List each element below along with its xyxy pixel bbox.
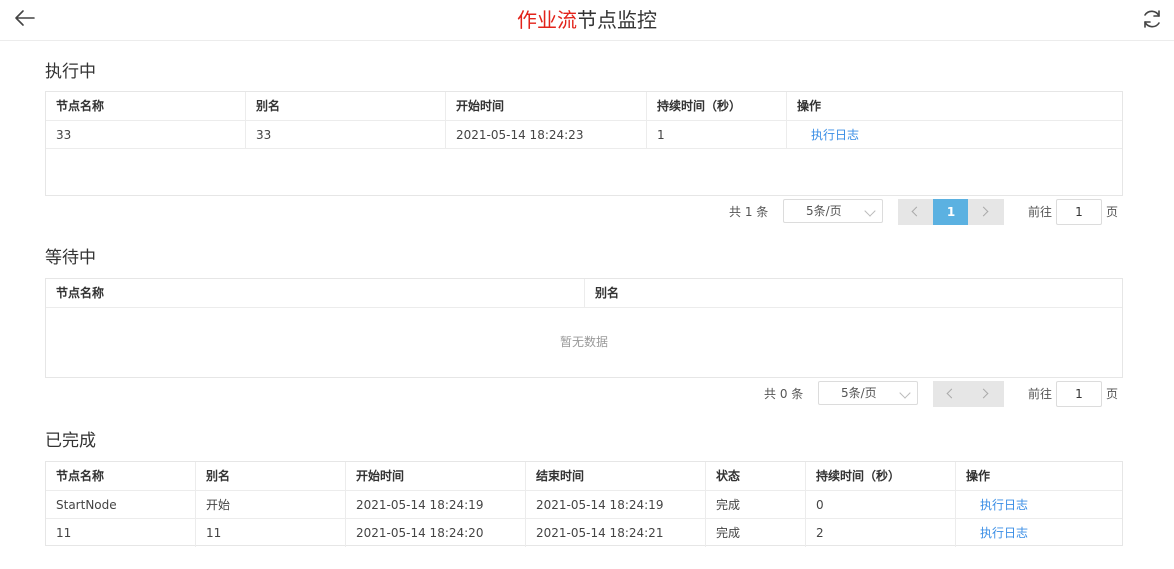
- prev-page-button[interactable]: [933, 381, 969, 407]
- status-cell: 完成: [706, 519, 806, 547]
- total-count: 共 0 条: [764, 387, 804, 401]
- page-suffix: 页: [1106, 205, 1119, 219]
- column-header: 操作: [966, 469, 991, 483]
- running-pagination: 共 1 条 5条/页 1 前往 页: [700, 199, 1130, 225]
- goto-label: 前往: [1028, 387, 1053, 401]
- node-name-cell: 11: [46, 519, 196, 547]
- node-name-cell: 33: [46, 121, 246, 148]
- running-table: 节点名称 别名 开始时间 持续时间（秒） 操作 33 33 2021-05-14…: [45, 91, 1123, 196]
- duration-cell: 1: [647, 121, 787, 148]
- chevron-down-icon: [899, 387, 911, 399]
- table-header-row: 节点名称 别名 开始时间 结束时间 状态 持续时间（秒） 操作: [46, 462, 1122, 491]
- execution-log-link[interactable]: 执行日志: [956, 491, 1122, 518]
- next-page-button[interactable]: [968, 199, 1004, 225]
- goto-label: 前往: [1028, 205, 1053, 219]
- start-time-cell: 2021-05-14 18:24:20: [346, 519, 526, 547]
- end-time-cell: 2021-05-14 18:24:19: [526, 491, 706, 518]
- table-row: 33 33 2021-05-14 18:24:23 1 执行日志: [46, 121, 1122, 149]
- column-header: 开始时间: [346, 462, 526, 490]
- table-row: StartNode 开始 2021-05-14 18:24:19 2021-05…: [46, 491, 1122, 519]
- chevron-down-icon: [864, 205, 876, 217]
- chevron-right-icon: [978, 388, 989, 399]
- column-header: 节点名称: [46, 279, 585, 307]
- page-size-value: 5条/页: [841, 386, 877, 400]
- execution-log-link[interactable]: 执行日志: [787, 121, 1122, 148]
- title-accent: 作业流: [517, 8, 577, 32]
- column-header: 结束时间: [526, 462, 706, 490]
- page-size-select[interactable]: 5条/页: [818, 381, 918, 405]
- goto-page-input[interactable]: [1056, 199, 1102, 225]
- page-size-value: 5条/页: [806, 204, 842, 218]
- chevron-left-icon: [911, 206, 922, 217]
- goto-page-input[interactable]: [1056, 381, 1102, 407]
- duration-cell: 2: [806, 519, 956, 547]
- execution-log-link[interactable]: 执行日志: [956, 519, 1122, 547]
- start-time-cell: 2021-05-14 18:24:23: [446, 121, 647, 148]
- title-rest: 节点监控: [577, 8, 657, 32]
- duration-cell: 0: [806, 491, 956, 518]
- table-header-row: 节点名称 别名: [46, 279, 1122, 308]
- end-time-cell: 2021-05-14 18:24:21: [526, 519, 706, 547]
- column-header: 开始时间: [446, 92, 647, 120]
- chevron-right-icon: [978, 206, 989, 217]
- completed-section-title: 已完成: [45, 431, 96, 451]
- alias-cell: 11: [196, 519, 346, 547]
- column-header: 操作: [797, 99, 822, 113]
- waiting-section-title: 等待中: [45, 248, 96, 268]
- total-count: 共 1 条: [729, 205, 769, 219]
- waiting-table: 节点名称 别名 暂无数据: [45, 278, 1123, 378]
- alias-cell: 开始: [196, 491, 346, 518]
- start-time-cell: 2021-05-14 18:24:19: [346, 491, 526, 518]
- page-suffix: 页: [1106, 387, 1119, 401]
- node-name-cell: StartNode: [46, 491, 196, 518]
- refresh-icon: [1144, 10, 1160, 28]
- column-header: 节点名称: [46, 462, 196, 490]
- page-header: 作业流节点监控: [0, 0, 1174, 41]
- status-cell: 完成: [706, 491, 806, 518]
- page-number-button[interactable]: 1: [933, 199, 969, 225]
- running-section-title: 执行中: [45, 62, 96, 82]
- table-header-row: 节点名称 别名 开始时间 持续时间（秒） 操作: [46, 92, 1122, 121]
- column-header: 节点名称: [46, 92, 246, 120]
- column-header: 持续时间（秒）: [647, 92, 787, 120]
- column-header: 持续时间（秒）: [806, 462, 956, 490]
- alias-cell: 33: [246, 121, 446, 148]
- column-header: 别名: [246, 92, 446, 120]
- column-header: 别名: [595, 286, 620, 300]
- completed-table: 节点名称 别名 开始时间 结束时间 状态 持续时间（秒） 操作 StartNod…: [45, 461, 1123, 547]
- refresh-button[interactable]: [1140, 7, 1164, 31]
- chevron-left-icon: [946, 388, 957, 399]
- table-row: 11 11 2021-05-14 18:24:20 2021-05-14 18:…: [46, 519, 1122, 547]
- waiting-pagination: 共 0 条 5条/页 前往 页: [735, 381, 1130, 407]
- empty-state-text: 暂无数据: [559, 335, 608, 349]
- page-title: 作业流节点监控: [0, 6, 1174, 34]
- prev-page-button[interactable]: [898, 199, 934, 225]
- column-header: 别名: [196, 462, 346, 490]
- column-header: 状态: [706, 462, 806, 490]
- page-size-select[interactable]: 5条/页: [783, 199, 883, 223]
- next-page-button[interactable]: [968, 381, 1004, 407]
